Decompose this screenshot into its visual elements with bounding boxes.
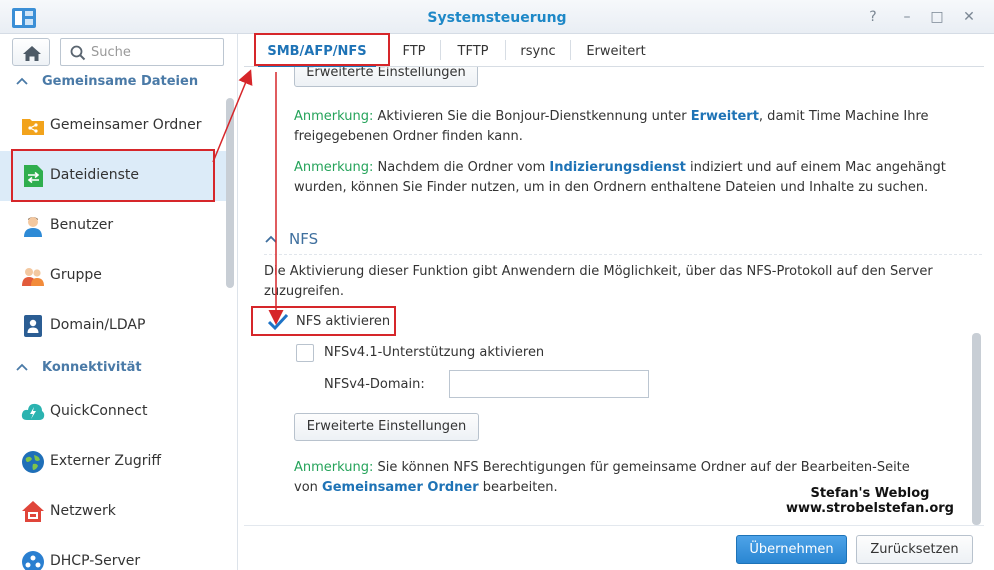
watermark-url: www.strobelstefan.org <box>785 501 954 516</box>
watermark: Stefan's Weblog www.strobelstefan.org <box>786 486 954 516</box>
arrow-sidebar-to-tab <box>212 69 253 163</box>
annotation-arrows <box>212 69 284 325</box>
watermark-title: Stefan's Weblog <box>810 486 930 501</box>
